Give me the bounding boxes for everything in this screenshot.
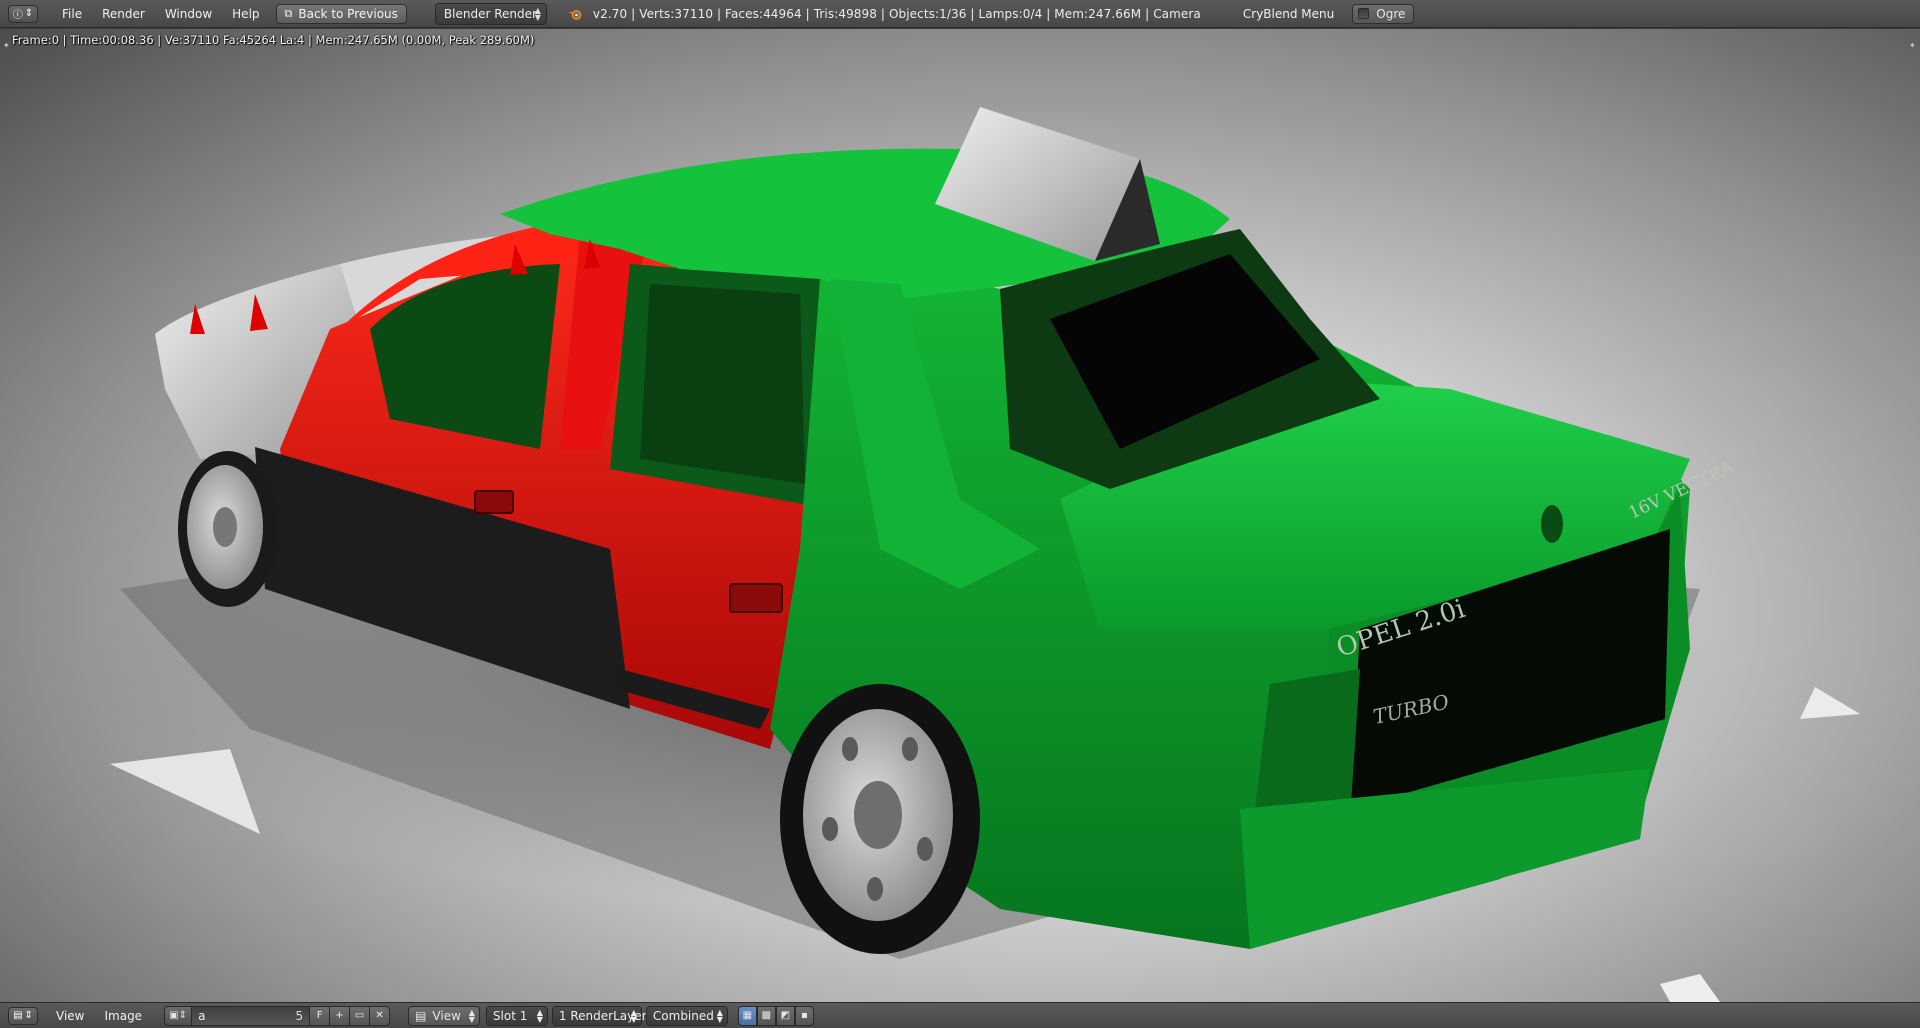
- render-info-text: Frame:0 | Time:00:08.36 | Ve:37110 Fa:45…: [12, 33, 535, 47]
- slot-label: Slot 1: [492, 1008, 528, 1023]
- updown-icon: ⇕: [24, 8, 34, 19]
- chevron-updown-icon: ▲ ▼: [716, 1007, 723, 1024]
- image-users-count: 5: [295, 1008, 304, 1023]
- unlink-image-button[interactable]: ✕: [370, 1005, 391, 1026]
- rendered-car-image: OPEL 2.0i TURBO 16V VECTRA: [80, 107, 1860, 1002]
- alpha-icon: ◩: [780, 1010, 791, 1021]
- blender-logo-icon: [567, 9, 582, 20]
- menu-view[interactable]: View: [46, 1009, 94, 1023]
- color-alpha-icon: ▦: [742, 1010, 753, 1021]
- scene-stats: v2.70 | Verts:37110 | Faces:44964 | Tris…: [567, 6, 1201, 22]
- render-result-viewport[interactable]: Frame:0 | Time:00:08.36 | Ve:37110 Fa:45…: [0, 29, 1920, 1002]
- view-mode-icon: ▤: [415, 1008, 427, 1023]
- new-image-button[interactable]: +: [330, 1005, 351, 1026]
- draw-zbuffer-button[interactable]: ▪: [794, 1005, 814, 1026]
- rear-wheel: [780, 684, 980, 954]
- image-editor-header: ▤ ⇕ View Image ▣⇕ a 5 F + ▭ ✕ ▤ View ▲ ▼ S…: [0, 1002, 1920, 1028]
- menu-image[interactable]: Image: [94, 1009, 152, 1023]
- view-mode-group: ▤ View ▲ ▼: [408, 1005, 480, 1026]
- render-engine-dropdown[interactable]: Blender Render ▲ ▼: [434, 2, 547, 25]
- back-to-previous-button[interactable]: ⧉ Back to Previous: [275, 3, 407, 24]
- menu-help[interactable]: Help: [222, 7, 269, 21]
- ogre-toggle[interactable]: Ogre: [1352, 3, 1415, 24]
- menu-window[interactable]: Window: [155, 7, 222, 21]
- plus-icon: +: [335, 1010, 344, 1021]
- render-engine-label: Blender Render: [443, 6, 537, 21]
- render-layer-dropdown[interactable]: 1 RenderLayer ▲ ▼: [551, 1005, 647, 1026]
- image-name-text: a: [198, 1008, 206, 1023]
- editor-type-button[interactable]: ▤ ⇕: [8, 1006, 38, 1025]
- draw-image-button[interactable]: ▩: [756, 1005, 776, 1026]
- image-name-input[interactable]: a 5: [192, 1005, 311, 1026]
- chevron-updown-icon: ▲ ▼: [534, 5, 541, 22]
- open-image-button[interactable]: ▭: [350, 1005, 371, 1026]
- draw-image-with-alpha-button[interactable]: ▦: [737, 1005, 757, 1026]
- image-datablock-field: ▣⇕ a 5 F + ▭ ✕: [164, 1005, 391, 1026]
- updown-icon: ⇕: [24, 1010, 33, 1021]
- info-header: ⓘ ⇕ File Render Window Help ⧉ Back to Pre…: [0, 0, 1920, 28]
- ogre-checkbox[interactable]: [1358, 8, 1370, 19]
- folder-icon: ▭: [354, 1010, 365, 1021]
- back-to-previous-label: Back to Previous: [298, 6, 398, 21]
- front-wheel: [178, 451, 278, 607]
- menu-render[interactable]: Render: [92, 7, 155, 21]
- close-icon: ✕: [375, 1010, 384, 1021]
- checker-icon: ▩: [761, 1010, 772, 1021]
- chevron-updown-icon: ▲ ▼: [468, 1007, 475, 1024]
- view-mode-label: View: [432, 1008, 461, 1023]
- editor-type-button[interactable]: ⓘ ⇕: [8, 4, 38, 23]
- draw-alpha-button[interactable]: ◩: [775, 1005, 795, 1026]
- image-browse-button[interactable]: ▣⇕: [164, 1005, 193, 1026]
- fake-user-button[interactable]: F: [310, 1005, 331, 1026]
- view-mode-dropdown[interactable]: ▤ View ▲ ▼: [408, 1005, 480, 1026]
- info-icon: ⓘ: [12, 10, 23, 21]
- scene-stats-text: v2.70 | Verts:37110 | Faces:44964 | Tris…: [592, 6, 1201, 21]
- image-editor-icon: ▤: [13, 1010, 23, 1021]
- image-icon: ▣⇕: [169, 1010, 187, 1021]
- menu-cryblend[interactable]: CryBlend Menu: [1233, 7, 1344, 21]
- ogre-label: Ogre: [1376, 6, 1406, 21]
- chevron-updown-icon: ▲ ▼: [630, 1007, 637, 1024]
- screen-back-icon: ⧉: [284, 6, 293, 20]
- display-channels-group: ▦ ▩ ◩ ▪: [737, 1005, 814, 1026]
- slot-dropdown[interactable]: Slot 1 ▲ ▼: [485, 1005, 548, 1026]
- render-pass-label: Combined: [652, 1008, 714, 1023]
- render-pass-dropdown[interactable]: Combined ▲ ▼: [645, 1005, 728, 1026]
- menu-file[interactable]: File: [52, 7, 92, 21]
- chevron-updown-icon: ▲ ▼: [536, 1007, 543, 1024]
- zbuffer-icon: ▪: [801, 1010, 808, 1021]
